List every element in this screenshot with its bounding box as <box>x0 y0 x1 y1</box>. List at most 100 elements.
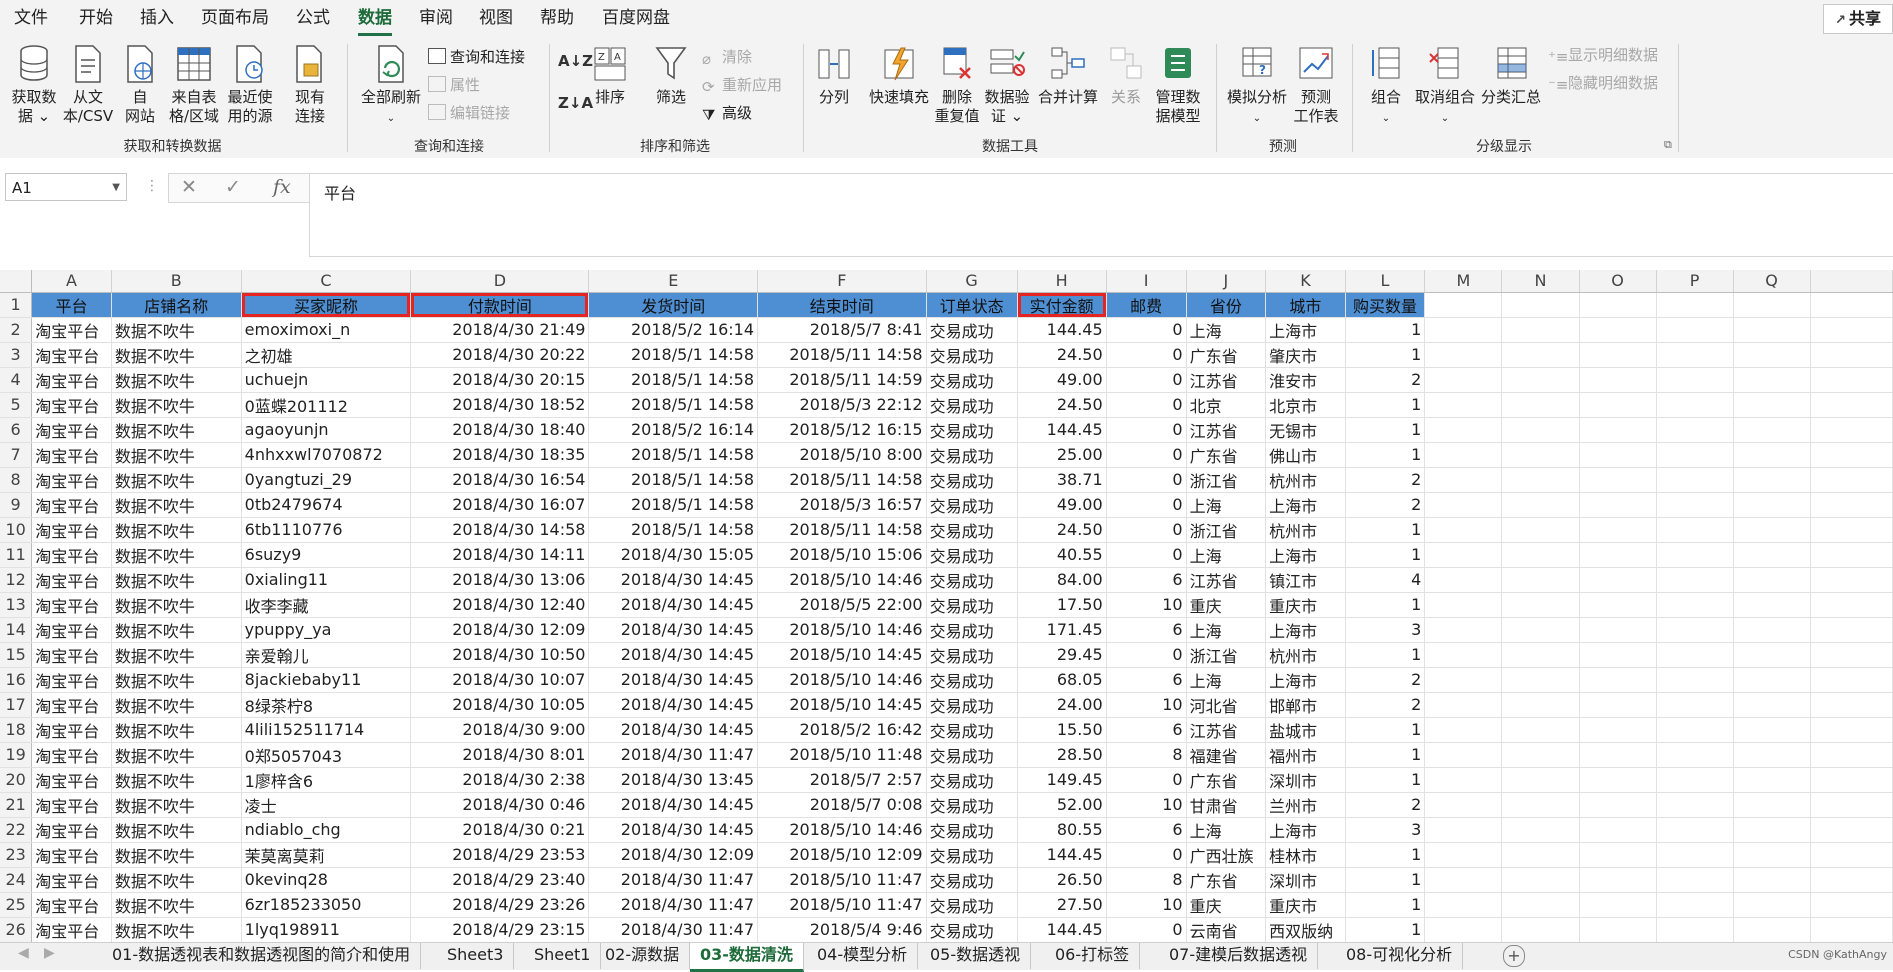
row-header[interactable]: 25 <box>0 892 33 918</box>
empty-cell[interactable] <box>1733 842 1811 868</box>
cell-f[interactable]: 2018/5/11 14:59 <box>757 367 927 393</box>
cell-f[interactable]: 2018/5/10 8:00 <box>757 442 927 468</box>
refresh-all-button[interactable]: 全部刷新 ⌄ <box>356 44 426 128</box>
cell-f[interactable]: 2018/5/11 14:58 <box>757 342 927 368</box>
cell-f[interactable]: 2018/5/4 9:46 <box>757 917 927 942</box>
cell-h[interactable]: 29.45 <box>1017 642 1107 668</box>
cell-h[interactable]: 24.50 <box>1017 392 1107 418</box>
cell-k[interactable]: 上海市 <box>1265 542 1346 568</box>
header-cell-a[interactable]: 平台 <box>31 292 112 318</box>
cell-k[interactable]: 上海市 <box>1265 667 1346 693</box>
empty-cell[interactable] <box>1501 467 1580 493</box>
cell-f[interactable]: 2018/5/10 14:45 <box>757 692 927 718</box>
cell-g[interactable]: 交易成功 <box>926 442 1018 468</box>
cell-c[interactable]: 4lili152511714 <box>241 717 412 743</box>
empty-cell[interactable] <box>1579 492 1657 518</box>
header-cell-c[interactable]: 买家昵称 <box>241 292 412 318</box>
cell-k[interactable]: 兰州市 <box>1265 792 1346 818</box>
empty-cell[interactable] <box>1656 467 1734 493</box>
cell-b[interactable]: 数据不吹牛 <box>111 867 242 893</box>
cell-l[interactable]: 2 <box>1345 367 1426 393</box>
empty-cell[interactable] <box>1733 717 1811 743</box>
empty-cell[interactable] <box>1810 742 1893 768</box>
cell-d[interactable]: 2018/4/30 10:50 <box>410 642 590 668</box>
empty-cell[interactable] <box>1501 742 1580 768</box>
cell-j[interactable]: 广西壮族 <box>1186 842 1267 868</box>
cell-k[interactable]: 重庆市 <box>1265 892 1346 918</box>
empty-cell[interactable] <box>1733 667 1811 693</box>
cell-a[interactable]: 淘宝平台 <box>31 592 112 618</box>
cell-a[interactable]: 淘宝平台 <box>31 917 112 942</box>
flash-fill-button[interactable]: 快速填充 <box>864 44 934 107</box>
cell-e[interactable]: 2018/4/30 14:45 <box>588 817 759 843</box>
cell-g[interactable]: 交易成功 <box>926 767 1018 793</box>
empty-cell[interactable] <box>1656 892 1734 918</box>
tab-page-layout[interactable]: 页面布局 <box>201 0 269 36</box>
cell-h[interactable]: 144.45 <box>1017 317 1107 343</box>
cell-e[interactable]: 2018/4/30 14:45 <box>588 717 759 743</box>
empty-cell[interactable] <box>1733 767 1811 793</box>
empty-cell[interactable] <box>1579 467 1657 493</box>
cell-d[interactable]: 2018/4/30 18:52 <box>410 392 590 418</box>
empty-cell[interactable] <box>1733 817 1811 843</box>
cell-e[interactable]: 2018/4/30 14:45 <box>588 592 759 618</box>
cell-a[interactable]: 淘宝平台 <box>31 517 112 543</box>
cell-f[interactable]: 2018/5/10 11:47 <box>757 867 927 893</box>
cell-e[interactable]: 2018/4/30 15:05 <box>588 542 759 568</box>
cell-c[interactable]: 6tb1110776 <box>241 517 412 543</box>
column-header-q[interactable]: Q <box>1733 270 1811 293</box>
tab-formulas[interactable]: 公式 <box>296 0 330 36</box>
cell-b[interactable]: 数据不吹牛 <box>111 717 242 743</box>
cell-b[interactable]: 数据不吹牛 <box>111 442 242 468</box>
empty-cell[interactable] <box>1810 817 1893 843</box>
empty-cell[interactable] <box>1656 742 1734 768</box>
cell-a[interactable]: 淘宝平台 <box>31 542 112 568</box>
empty-cell[interactable] <box>1501 767 1580 793</box>
empty-cell[interactable] <box>1579 867 1657 893</box>
header-cell-d[interactable]: 付款时间 <box>410 292 590 318</box>
empty-cell[interactable] <box>1424 817 1503 843</box>
empty-cell[interactable] <box>1733 442 1811 468</box>
cell-b[interactable]: 数据不吹牛 <box>111 317 242 343</box>
empty-cell[interactable] <box>1733 742 1811 768</box>
cell-k[interactable]: 杭州市 <box>1265 467 1346 493</box>
row-header[interactable]: 7 <box>0 442 33 468</box>
cell-g[interactable]: 交易成功 <box>926 592 1018 618</box>
cell-c[interactable]: agaoyunjn <box>241 417 412 443</box>
cell-c[interactable]: 茉莫离莫莉 <box>241 842 412 868</box>
empty-cell[interactable] <box>1733 592 1811 618</box>
empty-cell[interactable] <box>1579 742 1657 768</box>
tab-help[interactable]: 帮助 <box>540 0 574 36</box>
cell-a[interactable]: 淘宝平台 <box>31 867 112 893</box>
cell-h[interactable]: 68.05 <box>1017 667 1107 693</box>
row-header[interactable]: 13 <box>0 592 33 618</box>
empty-cell[interactable] <box>1501 592 1580 618</box>
cell-c[interactable]: 6suzy9 <box>241 542 412 568</box>
cell-i[interactable]: 10 <box>1106 792 1187 818</box>
cell-b[interactable]: 数据不吹牛 <box>111 842 242 868</box>
cell-b[interactable]: 数据不吹牛 <box>111 742 242 768</box>
cell-i[interactable]: 0 <box>1106 842 1187 868</box>
cell-i[interactable]: 0 <box>1106 317 1187 343</box>
cell-e[interactable]: 2018/5/2 16:14 <box>588 417 759 443</box>
cell-g[interactable]: 交易成功 <box>926 892 1018 918</box>
cell-j[interactable]: 重庆 <box>1186 592 1267 618</box>
empty-cell[interactable] <box>1733 317 1811 343</box>
cell-l[interactable]: 3 <box>1345 817 1426 843</box>
cell-h[interactable]: 27.50 <box>1017 892 1107 918</box>
cell-g[interactable]: 交易成功 <box>926 642 1018 668</box>
cell-f[interactable]: 2018/5/10 14:46 <box>757 667 927 693</box>
cell-j[interactable]: 江苏省 <box>1186 417 1267 443</box>
empty-cell[interactable] <box>1656 367 1734 393</box>
empty-cell[interactable] <box>1656 667 1734 693</box>
remove-duplicates-button[interactable]: 删除 重复值 <box>932 44 982 126</box>
header-cell-k[interactable]: 城市 <box>1265 292 1346 318</box>
cell-h[interactable]: 15.50 <box>1017 717 1107 743</box>
cell-e[interactable]: 2018/4/30 11:47 <box>588 917 759 942</box>
empty-cell[interactable] <box>1501 617 1580 643</box>
cell-l[interactable]: 2 <box>1345 492 1426 518</box>
cell-l[interactable]: 2 <box>1345 467 1426 493</box>
cell-j[interactable]: 广东省 <box>1186 867 1267 893</box>
empty-cell[interactable] <box>1733 567 1811 593</box>
cell-h[interactable]: 171.45 <box>1017 617 1107 643</box>
